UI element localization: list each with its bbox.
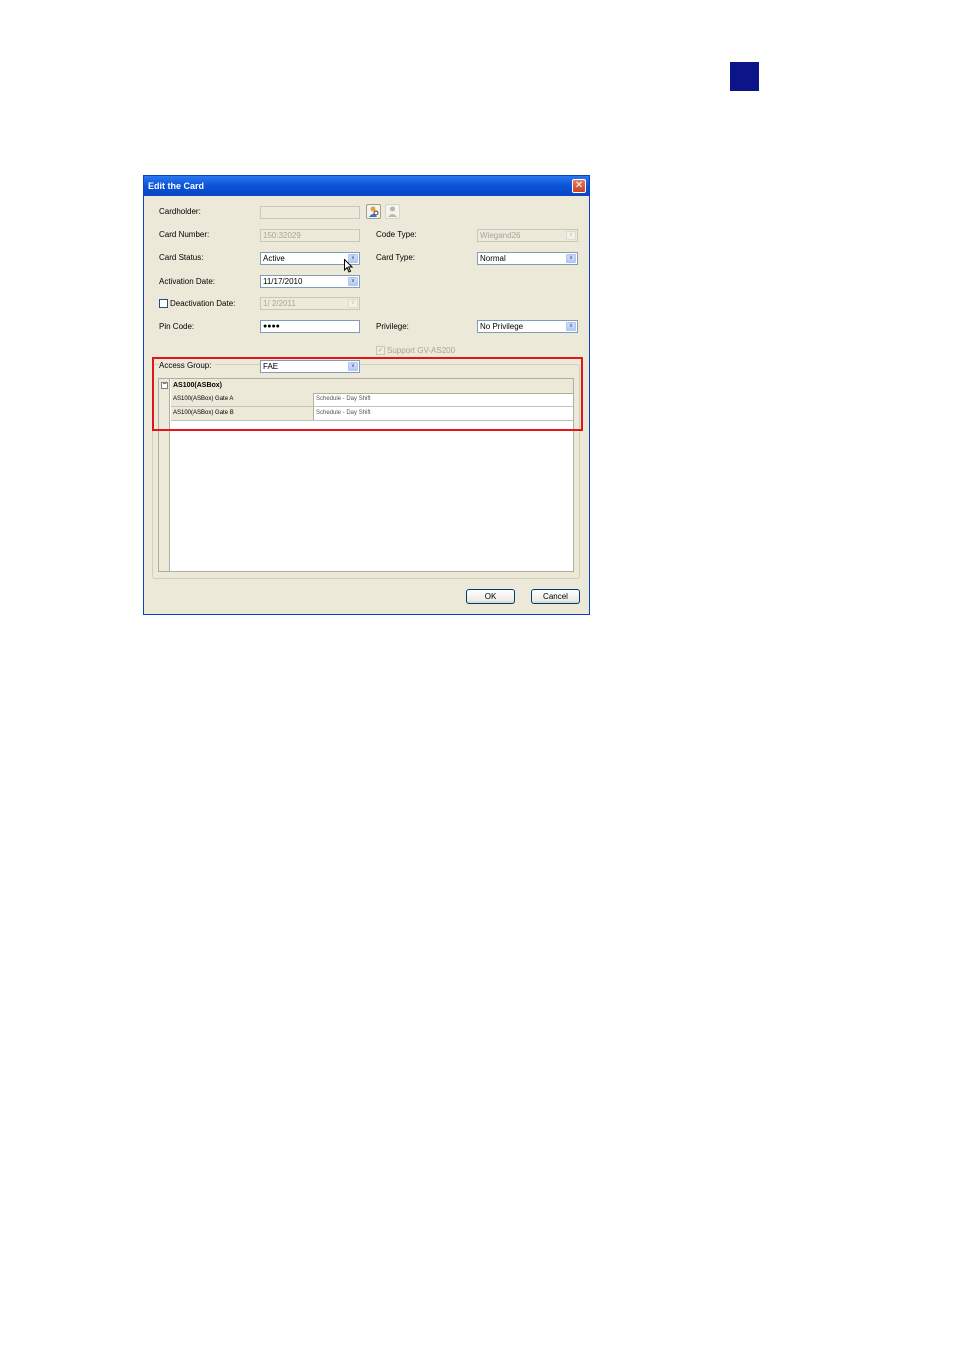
code-type-select[interactable]: Wiegand26 ∨ — [477, 229, 578, 242]
activation-date-picker[interactable]: 11/17/2010 ∨ — [260, 275, 360, 288]
access-group-highlight — [152, 357, 583, 431]
support-gv-as200-label: Support GV-AS200 — [387, 346, 456, 355]
deactivation-date-picker[interactable]: 1/ 2/2011 ∨ — [260, 297, 360, 310]
activation-date-value: 11/17/2010 — [263, 277, 303, 286]
card-type-select[interactable]: Normal ∨ — [477, 252, 578, 265]
chevron-down-icon[interactable]: ∨ — [566, 254, 576, 263]
chevron-down-icon[interactable]: ∨ — [566, 322, 576, 331]
user-search-icon — [369, 206, 379, 217]
user-icon — [388, 206, 397, 217]
pin-code-label: Pin Code: — [159, 322, 195, 331]
card-number-label: Card Number: — [159, 230, 210, 239]
deactivation-date-checkbox[interactable] — [159, 299, 168, 308]
cancel-button[interactable]: Cancel — [531, 589, 580, 604]
cardholder-label: Cardholder: — [159, 207, 201, 216]
deactivation-date-label: Deactivation Date: — [170, 299, 236, 308]
pin-code-input[interactable]: ●●●● — [260, 320, 360, 333]
privilege-select[interactable]: No Privilege ∨ — [477, 320, 578, 333]
cardholder-info-button[interactable] — [385, 204, 400, 219]
card-status-value: Active — [263, 254, 285, 263]
card-number-field[interactable]: 150:32029 — [260, 229, 360, 242]
cardholder-field[interactable] — [260, 206, 360, 219]
card-type-value: Normal — [480, 254, 506, 263]
code-type-value: Wiegand26 — [480, 231, 521, 240]
privilege-label: Privilege: — [376, 322, 409, 331]
chevron-down-icon[interactable]: ∨ — [566, 231, 576, 240]
dialog-title-bar[interactable]: Edit the Card ✕ — [144, 176, 589, 196]
card-type-label: Card Type: — [376, 253, 415, 262]
dialog-title: Edit the Card — [148, 181, 205, 191]
privilege-value: No Privilege — [480, 322, 524, 331]
chevron-down-icon[interactable]: ∨ — [348, 299, 358, 308]
ok-button[interactable]: OK — [466, 589, 515, 604]
deactivation-date-value: 1/ 2/2011 — [263, 299, 296, 308]
close-icon[interactable]: ✕ — [572, 179, 586, 193]
select-cardholder-button[interactable] — [366, 204, 381, 219]
page-badge — [730, 62, 759, 91]
support-gv-as200-checkbox[interactable]: ✓ — [376, 346, 385, 355]
mouse-cursor-icon — [344, 259, 353, 273]
card-status-label: Card Status: — [159, 253, 204, 262]
chevron-down-icon[interactable]: ∨ — [348, 277, 358, 286]
activation-date-label: Activation Date: — [159, 277, 216, 286]
code-type-label: Code Type: — [376, 230, 417, 239]
